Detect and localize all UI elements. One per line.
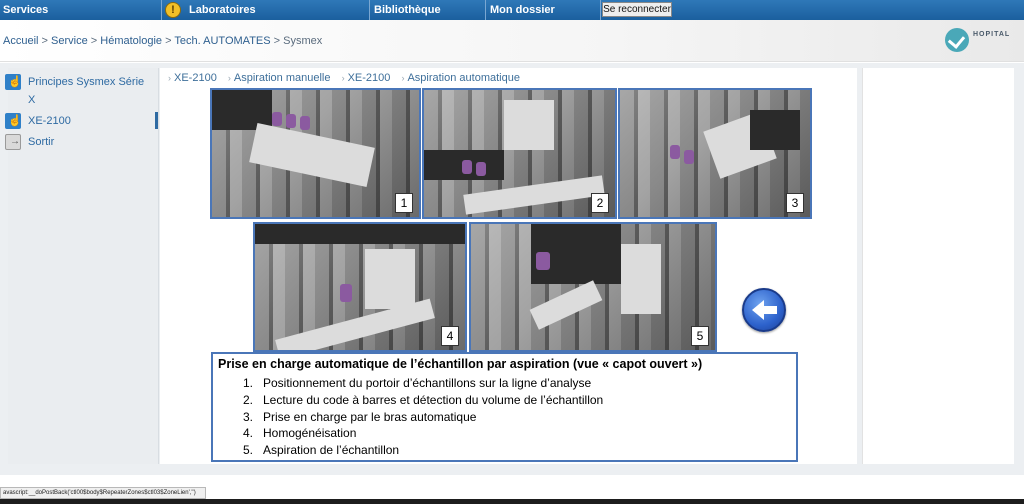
breadcrumb-hematologie[interactable]: Hématologie [100,35,162,47]
header-banner: Accueil > Service > Hématologie > Tech. … [0,20,1024,62]
list-item: 2. Lecture du code à barres et détection … [243,392,604,407]
photo-step-1: 1 [210,88,421,219]
sidebar-item-label: XE-2100 [28,115,71,127]
caption-title: Prise en charge automatique de l’échanti… [218,357,703,371]
exit-icon [5,133,21,151]
active-item-marker [155,112,158,129]
photo-number-label: 5 [691,326,709,346]
tab-aspiration-automatique[interactable]: Aspiration automatique [407,72,520,84]
photo-step-5: 5 [469,222,717,352]
photo-number-label: 4 [441,326,459,346]
breadcrumb-accueil[interactable]: Accueil [3,35,38,47]
right-panel [862,68,1014,464]
nav-bibliotheque[interactable]: Bibliothèque [371,0,486,20]
breadcrumb-service[interactable]: Service [51,35,88,47]
list-item: 5. Aspiration de l’échantillon [243,443,400,458]
sidebar-item-label: Principes Sysmex Série X [28,76,145,106]
nav-mon-dossier[interactable]: Mon dossier [487,0,601,20]
chevron-right-icon: › [168,73,171,83]
sidebar-item-label: Sortir [28,136,55,148]
breadcrumb-separator: > [41,35,48,47]
reconnect-button[interactable]: Se reconnecter [602,2,672,17]
photo-number-label: 1 [395,193,413,213]
photo-number-label: 2 [591,193,609,213]
sidebar-item-principes-sysmex[interactable]: Principes Sysmex Série X [5,73,155,109]
alert-icon[interactable]: ! [163,0,183,20]
sidebar-item-xe-2100[interactable]: XE-2100 [5,112,155,130]
list-item: 3. Prise en charge par le bras automatiqu… [243,409,477,424]
list-item: 1. Positionnement du portoir d’échantillo… [243,376,592,390]
logo-name: HOPITAL [973,31,1011,38]
caption-steps-list: 1. Positionnement du portoir d’échantillo… [243,375,603,459]
photo-step-4: 4 [253,222,467,352]
hospital-logo: HOPITAL [945,28,1015,54]
breadcrumb-sysmex: Sysmex [283,35,323,47]
nav-laboratoires[interactable]: Laboratoires [186,0,370,20]
checkmark-logo-icon [945,28,969,52]
browser-status-bar: avascript:__doPostBack('ctl00$body$Repea… [0,487,206,499]
tab-xe-2100-2[interactable]: XE-2100 [348,72,391,84]
back-arrow-icon[interactable] [742,288,786,332]
tab-xe-2100[interactable]: XE-2100 [174,72,217,84]
hand-pointer-icon [5,112,22,130]
taskbar [0,499,1024,504]
breadcrumb-tech-automates[interactable]: Tech. AUTOMATES [174,35,270,47]
sub-navigation: › XE-2100 › Aspiration manuelle › XE-2100 ›… [165,72,525,84]
breadcrumb-separator: > [90,35,98,47]
list-item: 4. Homogénéisation [243,426,357,441]
chevron-right-icon: › [401,73,405,83]
chevron-right-icon: › [227,73,231,83]
photo-number-label: 3 [786,193,804,213]
caption-box: Prise en charge automatique de l’échanti… [211,352,798,462]
breadcrumb-separator: > [165,35,172,47]
breadcrumb-separator: > [273,35,281,47]
breadcrumb: Accueil > Service > Hématologie > Tech. … [3,35,322,47]
nav-services[interactable]: Services [0,0,162,20]
photo-step-3: 3 [618,88,812,219]
chevron-right-icon: › [341,73,345,83]
hand-pointer-icon [5,73,22,91]
sidebar-item-sortir[interactable]: Sortir [5,133,155,151]
top-navigation-bar: Services ! Laboratoires Bibliothèque Mon… [0,0,1024,20]
tab-aspiration-manuelle[interactable]: Aspiration manuelle [234,72,331,84]
photo-step-2: 2 [422,88,617,219]
